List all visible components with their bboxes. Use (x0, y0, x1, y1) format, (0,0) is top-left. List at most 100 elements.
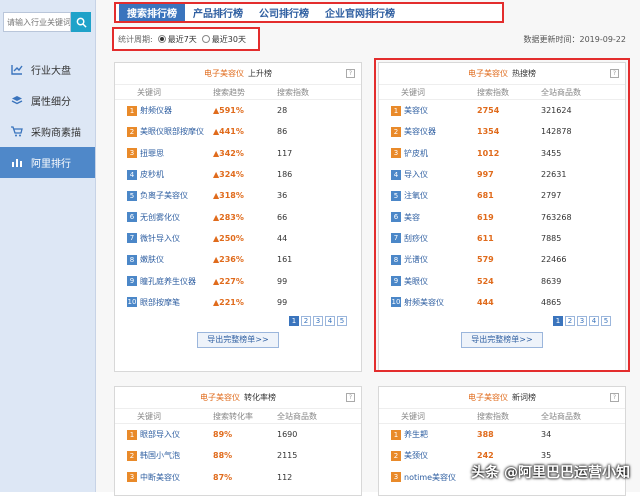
count-cell: 66 (277, 212, 288, 222)
chart-line-icon (11, 64, 25, 76)
ranking-tabs: 搜索排行榜 产品排行榜 公司排行榜 企业官网排行榜 (114, 2, 504, 23)
column-header: 搜索指数 (477, 411, 509, 421)
count-cell: 99 (277, 297, 288, 307)
count-cell: 112 (277, 472, 293, 482)
keyword-cell: 2 美眼仪眼部按摩仪 (115, 126, 213, 137)
keyword-link[interactable]: 微针导入仪 (140, 233, 180, 244)
keyword-link[interactable]: 射频仪器 (140, 105, 172, 116)
keyword-link[interactable]: 扭罪思 (140, 148, 164, 159)
page-button[interactable]: 5 (337, 315, 347, 326)
rank-badge: 1 (391, 429, 401, 440)
keyword-cell: 10 眼部按摩笔 (115, 297, 213, 308)
keyword-cell: 8 嫩肤仪 (115, 254, 213, 265)
value-cell: 388 (477, 430, 494, 440)
tab-search-ranking[interactable]: 搜索排行榜 (119, 4, 185, 21)
trend-cell: ▲318% (213, 191, 277, 200)
keyword-link[interactable]: notime美容仪 (404, 472, 456, 483)
keyword-cell: 3 扭罪思 (115, 148, 213, 159)
sidebar-item-buyers[interactable]: 采购商素描 (0, 116, 95, 147)
column-header: 全站商品数 (277, 411, 317, 421)
trend-value: 227% (219, 276, 244, 286)
period-label: 统计周期: (118, 34, 153, 44)
column-header: 关键词 (401, 411, 425, 421)
keyword-link[interactable]: 瞳孔庭养生仪器 (140, 276, 196, 287)
keyword-link[interactable]: 眼部按摩笔 (140, 297, 180, 308)
period-option-label: 最近7天 (167, 34, 197, 44)
table-row: 6 无创雾化仪 ▲283% 66 (115, 206, 361, 227)
panel-name: 上升榜 (248, 69, 272, 78)
tab-website-ranking[interactable]: 企业官网排行榜 (317, 4, 403, 21)
sidebar-item-label: 行业大盘 (31, 66, 71, 77)
keyword-cell: 1 射频仪器 (115, 105, 213, 116)
export-button[interactable]: 导出完整榜单>> (197, 331, 279, 348)
search-bar (3, 12, 91, 32)
page-button[interactable]: 3 (313, 315, 323, 326)
count-cell: 36 (277, 191, 288, 201)
period-selector: 统计周期: 最近7天 最近30天 (112, 27, 260, 51)
search-button[interactable] (71, 12, 91, 32)
table-row: 3 中断美容仪 87% 112 (115, 467, 361, 488)
rank-badge: 3 (391, 472, 401, 483)
search-input[interactable] (3, 12, 71, 32)
panel-category: 电子美容仪 (204, 69, 244, 78)
keyword-cell: 1 养生耙 (379, 429, 477, 440)
keyword-cell: 1 眼部导入仪 (115, 429, 213, 440)
period-option-label: 最近30天 (211, 34, 246, 44)
count-cell: 1690 (277, 430, 298, 440)
main-content: 搜索排行榜 产品排行榜 公司排行榜 企业官网排行榜 统计周期: 最近7天 最近3… (96, 0, 640, 496)
keyword-link[interactable]: 眼部导入仪 (140, 429, 180, 440)
table-row: 1 射频仪器 ▲591% 28 (115, 100, 361, 121)
tab-company-ranking[interactable]: 公司排行榜 (251, 4, 317, 21)
keyword-link[interactable]: 养生耙 (404, 429, 428, 440)
trend-value: 221% (219, 297, 244, 307)
panel-title: 电子美容仪 上升榜 ? (115, 63, 361, 85)
help-icon[interactable]: ? (610, 393, 619, 402)
keyword-link[interactable]: 中断美容仪 (140, 472, 180, 483)
table-header: 关键词 搜索指数 全站商品数 (379, 409, 625, 424)
count-cell: 28 (277, 106, 288, 116)
keyword-cell: 7 微针导入仪 (115, 233, 213, 244)
sidebar-item-industry[interactable]: 行业大盘 (0, 54, 95, 85)
sidebar-item-ranking[interactable]: 阿里排行 (0, 147, 95, 178)
keyword-link[interactable]: 韩国小气泡 (140, 450, 180, 461)
help-icon[interactable]: ? (346, 393, 355, 402)
period-7days-radio[interactable]: 最近7天 (157, 34, 197, 45)
rank-badge: 6 (127, 212, 137, 223)
count-cell: 86 (277, 127, 288, 137)
tab-product-ranking[interactable]: 产品排行榜 (185, 4, 251, 21)
keyword-link[interactable]: 美颈仪 (404, 450, 428, 461)
count-cell: 35 (541, 451, 552, 461)
table-row: 8 嫩肤仪 ▲236% 161 (115, 249, 361, 270)
pagination: 12345 (115, 315, 361, 326)
sidebar-item-label: 阿里排行 (31, 159, 71, 170)
keyword-link[interactable]: 无创雾化仪 (140, 212, 180, 223)
panel-title: 电子美容仪 转化率榜 ? (115, 387, 361, 409)
rank-badge: 7 (127, 233, 137, 244)
rank-badge: 5 (127, 190, 137, 201)
count-cell: 117 (277, 148, 293, 158)
help-icon[interactable]: ? (346, 69, 355, 78)
keyword-link[interactable]: 美眼仪眼部按摩仪 (140, 126, 204, 137)
keyword-cell: 2 美颈仪 (379, 450, 477, 461)
table-row: 1 养生耙 388 34 (379, 424, 625, 445)
keyword-link[interactable]: 皮秒机 (140, 169, 164, 180)
count-cell: 161 (277, 255, 293, 265)
table-row: 4 皮秒机 ▲324% 186 (115, 164, 361, 185)
page-button[interactable]: 2 (301, 315, 311, 326)
update-time: 数据更新时间：2019-09-22 (523, 35, 627, 44)
radio-checked-icon (157, 35, 166, 43)
page-button[interactable]: 1 (289, 315, 299, 326)
trend-value: 318% (219, 191, 244, 201)
trend-cell: ▲250% (213, 234, 277, 243)
count-cell: 186 (277, 170, 293, 180)
conversion-panel: 电子美容仪 转化率榜 ? 关键词 搜索转化率 全站商品数 1 眼部导入仪 89% 16… (114, 386, 362, 496)
conversion-table-body: 1 眼部导入仪 89% 1690 2 韩国小气泡 88% 2115 3 中断美容仪 87% 112 (115, 424, 361, 488)
keyword-link[interactable]: 嫩肤仪 (140, 254, 164, 265)
count-cell: 34 (541, 430, 552, 440)
sidebar-item-attributes[interactable]: 属性细分 (0, 85, 95, 116)
period-30days-radio[interactable]: 最近30天 (201, 34, 246, 45)
page-button[interactable]: 4 (325, 315, 335, 326)
keyword-link[interactable]: 负离子美容仪 (140, 190, 188, 201)
rank-badge: 8 (127, 254, 137, 265)
keyword-cell: 3 中断美容仪 (115, 472, 213, 483)
